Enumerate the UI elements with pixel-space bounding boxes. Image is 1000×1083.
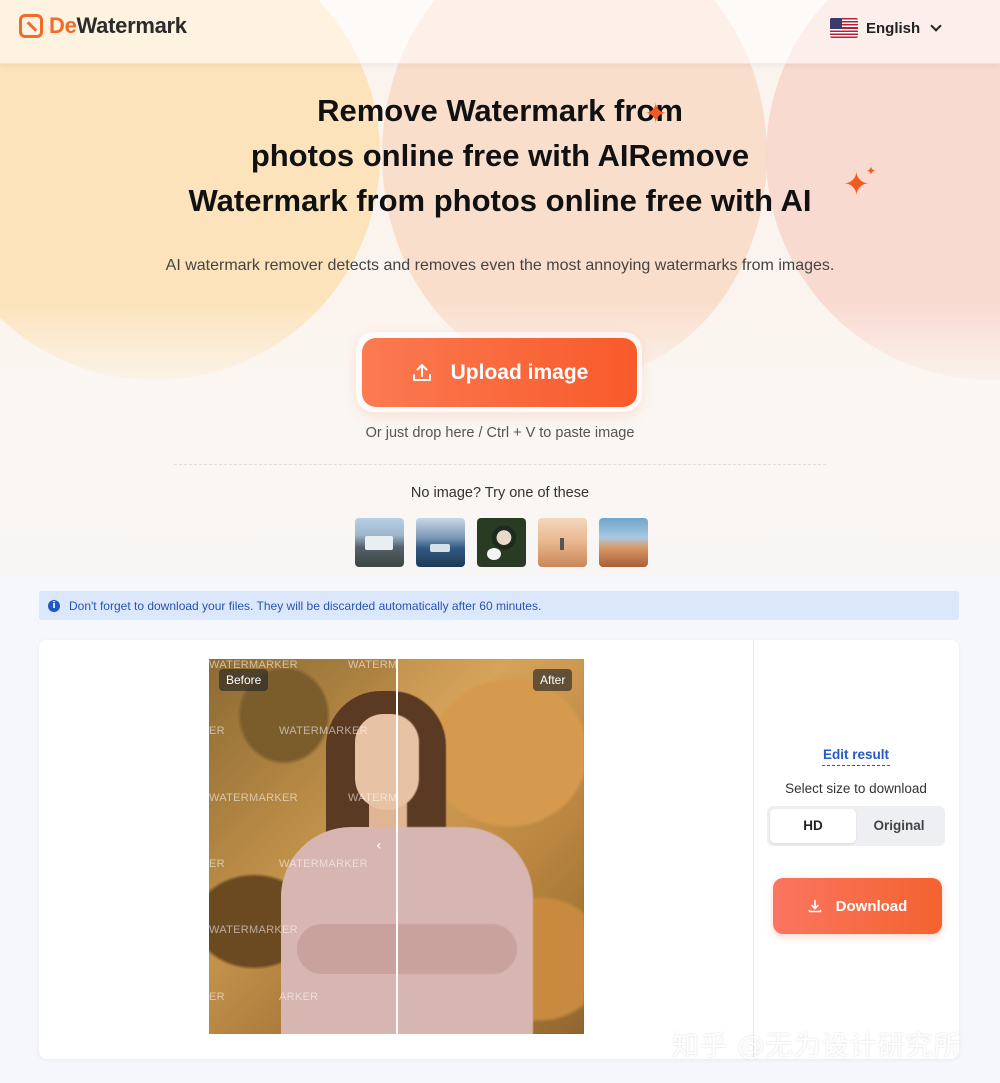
brand-name: DeWatermark — [49, 13, 187, 38]
title-line: Remove Watermark from — [317, 93, 683, 128]
before-label: Before — [219, 669, 269, 691]
watermark-text: ER — [209, 991, 225, 1003]
watermark-text: WATERMARKER — [209, 924, 298, 936]
watermark-text: WATERMARKER — [279, 725, 368, 737]
brand-logo[interactable]: DeWatermark — [19, 13, 187, 39]
page-subtitle: AI watermark remover detects and removes… — [165, 257, 835, 274]
section-divider — [174, 464, 826, 465]
after-image-content — [397, 659, 584, 1034]
size-option-hd[interactable]: HD — [770, 809, 856, 843]
download-button-label: Download — [835, 897, 908, 915]
sparkle-icon: ✦ — [644, 98, 668, 129]
sample-images-title: No image? Try one of these — [410, 485, 590, 501]
top-header: DeWatermark English — [0, 0, 1000, 64]
upload-icon — [411, 362, 433, 384]
page-title: Remove Watermark from photos online free… — [100, 88, 900, 223]
size-option-original[interactable]: Original — [856, 809, 942, 843]
download-size-selector: HD Original — [767, 806, 945, 846]
sample-image-thumbnail[interactable] — [538, 518, 587, 567]
sample-images — [355, 518, 648, 567]
download-icon — [808, 899, 822, 913]
after-label: After — [533, 669, 573, 691]
panel-divider — [753, 640, 754, 1059]
upload-image-button[interactable]: Upload image — [362, 338, 637, 407]
watermark-text: WATERMARKER — [209, 792, 298, 804]
language-selector[interactable]: English — [830, 18, 942, 38]
language-label: English — [866, 19, 921, 37]
download-reminder-text: Don't forget to download your files. The… — [69, 598, 542, 613]
watermark-text: WATERMARKER — [279, 858, 368, 870]
download-button[interactable]: Download — [773, 878, 942, 934]
title-line: Watermark from photos online free with A… — [188, 183, 812, 218]
drop-hint: Or just drop here / Ctrl + V to paste im… — [365, 425, 635, 441]
download-size-label: Select size to download — [785, 781, 927, 796]
chevron-left-icon: ‹ — [376, 838, 382, 854]
us-flag-icon — [830, 18, 858, 38]
comparison-slider-handle[interactable] — [396, 659, 398, 1034]
edit-result-link[interactable]: Edit result — [800, 747, 912, 766]
sample-image-thumbnail[interactable] — [355, 518, 404, 567]
watermark-text: ARKER — [279, 991, 319, 1003]
sparkle-icon: ✦ — [866, 164, 877, 178]
watermark-text: WATERM — [348, 792, 398, 804]
sample-image-thumbnail[interactable] — [477, 518, 526, 567]
upload-button-label: Upload image — [450, 360, 589, 384]
sample-image-thumbnail[interactable] — [416, 518, 465, 567]
brand-logo-icon — [19, 14, 43, 38]
download-reminder-banner: i Don't forget to download your files. T… — [39, 591, 959, 620]
watermark-text: ER — [209, 858, 225, 870]
watermark-text: WATERM — [348, 659, 398, 671]
chevron-down-icon — [930, 20, 942, 32]
sample-image-thumbnail[interactable] — [599, 518, 648, 567]
site-watermark: 知乎 @无为设计研究所 — [672, 1031, 962, 1062]
after-image — [397, 659, 584, 1034]
portrait-arms — [397, 924, 517, 974]
info-icon: i — [48, 599, 60, 612]
watermark-text: ER — [209, 725, 225, 737]
title-line: photos online free with AIRemove — [250, 138, 750, 173]
